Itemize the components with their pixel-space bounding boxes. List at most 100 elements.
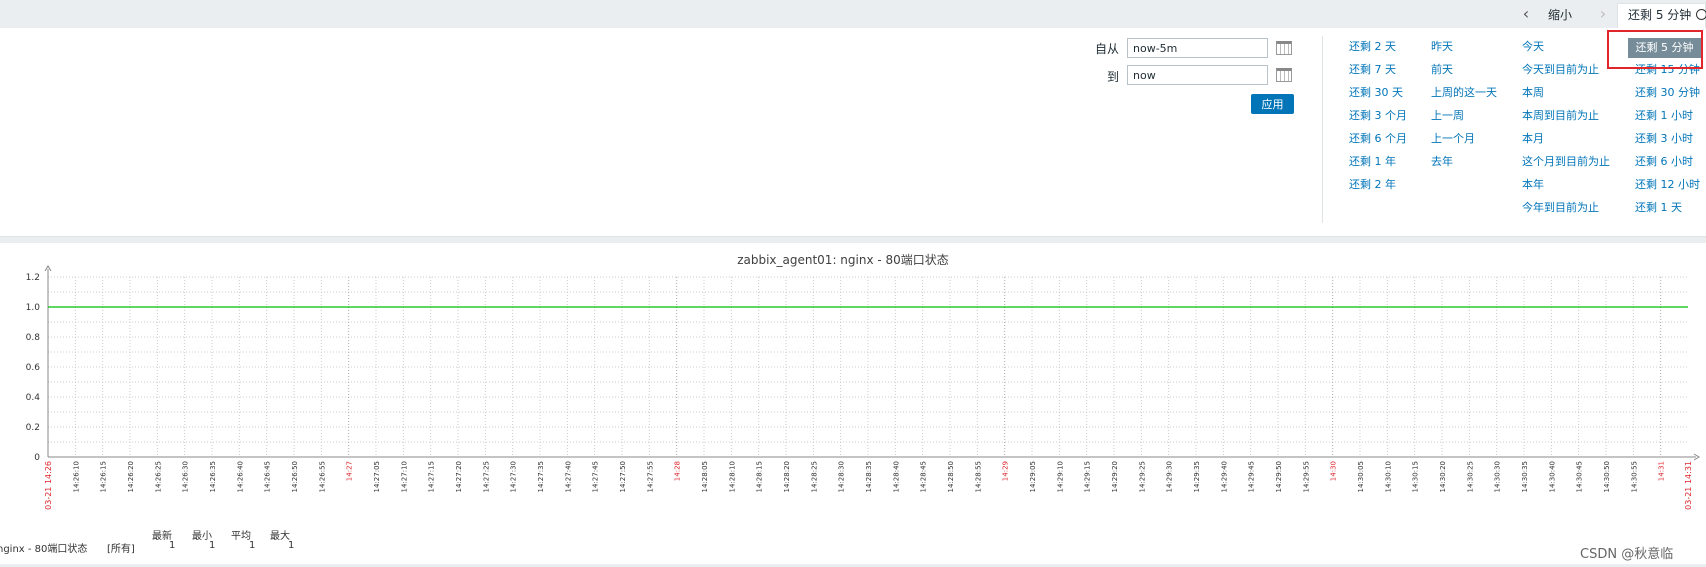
x-tick-label: 14:29:20 — [1111, 461, 1119, 492]
x-tick-label: 14:27:15 — [428, 461, 436, 492]
x-tick-label: 14:30:20 — [1439, 461, 1447, 492]
x-tick-label: 14:26:15 — [100, 461, 108, 492]
x-tick-label: 14:28 — [674, 461, 682, 481]
to-input[interactable] — [1127, 65, 1268, 85]
chevron-left-icon[interactable]: ‹ — [1516, 4, 1536, 24]
x-tick-label: 14:26:35 — [209, 461, 217, 492]
time-filter-panel: 自从 到 应用 还剩 2 天还剩 7 天还剩 30 天还剩 3 个月还剩 6 个… — [0, 28, 1706, 237]
y-tick-label: 0.8 — [26, 333, 41, 343]
divider — [1322, 36, 1323, 223]
x-end-label: 03-21 14:31 — [1684, 461, 1693, 510]
x-tick-label: 14:30:30 — [1494, 461, 1502, 492]
x-tick-label: 14:27:25 — [482, 461, 490, 492]
x-tick-label: 14:30:25 — [1466, 461, 1474, 492]
annotation-highlight-box — [1607, 30, 1703, 69]
quick-range-link[interactable]: 去年 — [1431, 153, 1453, 169]
x-tick-label: 14:27:35 — [537, 461, 545, 492]
x-tick-label: 14:26:20 — [127, 461, 135, 492]
x-tick-label: 14:28:45 — [920, 461, 928, 492]
x-tick-label: 14:28:05 — [701, 461, 709, 492]
x-tick-label: 14:28:25 — [810, 461, 818, 492]
x-tick-label: 14:28:30 — [838, 461, 846, 492]
x-tick-label: 14:27 — [346, 461, 354, 481]
quick-range-link[interactable]: 本月 — [1522, 130, 1544, 146]
x-tick-label: 14:28:20 — [783, 461, 791, 492]
quick-range-link[interactable]: 还剩 1 天 — [1635, 199, 1682, 215]
zoom-out-button[interactable]: 缩小 — [1548, 6, 1572, 23]
x-tick-label: 14:30:15 — [1412, 461, 1420, 492]
quick-range-link[interactable]: 上周的这一天 — [1431, 84, 1497, 100]
x-tick-label: 14:28:15 — [756, 461, 764, 492]
x-tick-label: 14:30:45 — [1576, 461, 1584, 492]
quick-range-link[interactable]: 还剩 1 小时 — [1635, 107, 1693, 123]
quick-range-link[interactable]: 本周到目前为止 — [1522, 107, 1599, 123]
x-tick-label: 14:30:05 — [1357, 461, 1365, 492]
from-label: 自从 — [1094, 42, 1119, 56]
quick-range-link[interactable]: 还剩 30 分钟 — [1635, 84, 1700, 100]
quick-range-link[interactable]: 昨天 — [1431, 38, 1453, 54]
x-tick-label: 14:30 — [1330, 461, 1338, 481]
quick-range-link[interactable]: 今天 — [1522, 38, 1544, 54]
quick-range-link[interactable]: 还剩 3 小时 — [1635, 130, 1693, 146]
grid — [48, 276, 1688, 458]
quick-range-link[interactable]: 上一周 — [1431, 107, 1464, 123]
quick-range-link[interactable]: 前天 — [1431, 61, 1453, 77]
x-tick-label: 14:29:15 — [1084, 461, 1092, 492]
x-tick-label: 14:29:50 — [1275, 461, 1283, 492]
quick-range-link[interactable]: 还剩 2 年 — [1349, 176, 1396, 192]
x-tick-label: 14:30:50 — [1603, 461, 1611, 492]
legend-value-max: 1 — [288, 540, 295, 551]
x-tick-label: 14:29:30 — [1166, 461, 1174, 492]
x-tick-label: 14:26:55 — [318, 461, 326, 492]
x-tick-label: 14:29:45 — [1248, 461, 1256, 492]
x-tick-label: 14:27:05 — [373, 461, 381, 492]
quick-range-link[interactable]: 上一个月 — [1431, 130, 1475, 146]
quick-range-link[interactable]: 还剩 3 个月 — [1349, 107, 1407, 123]
y-tick-label: 0.4 — [26, 393, 41, 403]
x-start-label: 03-21 14:26 — [44, 461, 53, 510]
legend-value-avg: 1 — [249, 540, 256, 551]
quick-range-link[interactable]: 还剩 30 天 — [1349, 84, 1403, 100]
x-tick-label: 14:27:10 — [400, 461, 408, 492]
quick-range-link[interactable]: 今年到目前为止 — [1522, 199, 1599, 215]
quick-range-link[interactable]: 还剩 12 小时 — [1635, 176, 1700, 192]
x-tick-label: 14:27:40 — [564, 461, 572, 492]
y-tick-label: 1.2 — [26, 273, 40, 283]
tab-time-period-label: 还剩 5 分钟 — [1628, 8, 1692, 22]
chevron-right-icon[interactable]: › — [1593, 4, 1613, 24]
quick-range-link[interactable]: 本周 — [1522, 84, 1544, 100]
x-tick-label: 14:29:10 — [1056, 461, 1064, 492]
x-tick-label: 14:27:55 — [646, 461, 654, 492]
quick-range-link[interactable]: 还剩 1 年 — [1349, 153, 1396, 169]
to-label: 到 — [1106, 70, 1119, 84]
quick-range-link[interactable]: 还剩 7 天 — [1349, 61, 1396, 77]
legend-header-avg: 平均 — [231, 531, 251, 542]
tab-time-period[interactable]: 还剩 5 分钟 — [1617, 3, 1706, 28]
from-input[interactable] — [1127, 38, 1268, 58]
x-tick-label: 14:29:35 — [1193, 461, 1201, 492]
y-tick-label: 0 — [34, 453, 40, 463]
legend-value-last: 1 — [169, 540, 176, 551]
quick-range-link[interactable]: 还剩 6 小时 — [1635, 153, 1693, 169]
quick-range-link[interactable]: 还剩 6 个月 — [1349, 130, 1407, 146]
x-tick-labels: 14:26:10 14:26:15 14:26:20 14:26:25 14:26:30… — [44, 461, 1693, 510]
x-tick-label: 14:30:55 — [1630, 461, 1638, 492]
x-tick-label: 14:29:25 — [1138, 461, 1146, 492]
y-tick-label: 1.0 — [26, 303, 41, 313]
quick-range-link[interactable]: 本年 — [1522, 176, 1544, 192]
quick-range-link[interactable]: 还剩 2 天 — [1349, 38, 1396, 54]
x-tick-label: 14:26:45 — [264, 461, 272, 492]
x-tick-label: 14:30:10 — [1384, 461, 1392, 492]
quick-range-link[interactable]: 这个月到目前为止 — [1522, 153, 1610, 169]
graph-panel: zabbix_agent01: nginx - 80端口状态 14:26:10 1… — [0, 243, 1706, 564]
x-tick-label: 14:31 — [1658, 461, 1666, 481]
x-tick-label: 14:27:30 — [510, 461, 518, 492]
y-tick-label: 0.2 — [26, 423, 40, 433]
calendar-icon[interactable] — [1276, 41, 1292, 55]
x-tick-label: 14:30:40 — [1548, 461, 1556, 492]
calendar-icon[interactable] — [1276, 68, 1292, 82]
apply-button[interactable]: 应用 — [1251, 94, 1294, 114]
x-tick-label: 14:26:30 — [182, 461, 190, 492]
x-tick-label: 14:26:50 — [291, 461, 299, 492]
quick-range-link[interactable]: 今天到目前为止 — [1522, 61, 1599, 77]
